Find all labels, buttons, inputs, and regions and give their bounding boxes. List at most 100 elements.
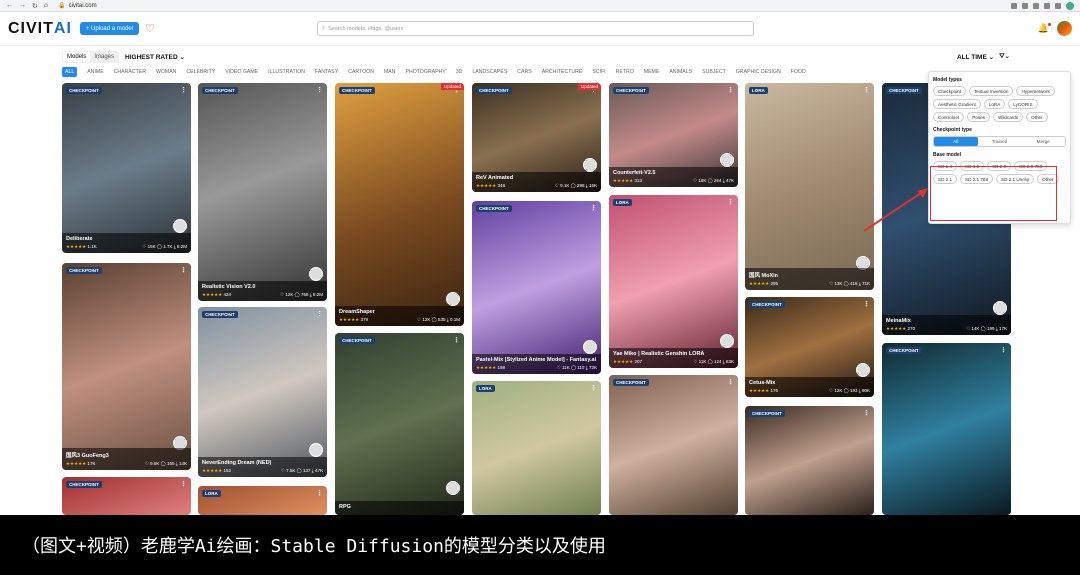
creator-avatar[interactable] — [446, 481, 460, 495]
category-chip[interactable]: WOMAN — [156, 69, 176, 75]
model-type-chip[interactable]: Other — [1026, 112, 1048, 122]
creator-avatar[interactable] — [720, 334, 734, 348]
model-card[interactable]: LORA ⋮ — [472, 381, 601, 515]
category-chip[interactable]: GRAPHIC DESIGN — [736, 69, 781, 75]
creator-avatar[interactable] — [583, 158, 597, 172]
creator-avatar[interactable] — [583, 340, 597, 354]
more-options-icon[interactable]: ⋮ — [180, 266, 187, 274]
back-icon[interactable]: ← — [6, 2, 13, 10]
category-chip[interactable]: 3D — [456, 69, 463, 75]
more-options-icon[interactable]: ⋮ — [863, 300, 870, 308]
home-icon[interactable]: ⌂ — [44, 2, 48, 10]
model-card[interactable]: CHECKPOINT ⋮ — [609, 375, 738, 515]
civitai-logo[interactable]: CIVITAI — [8, 20, 72, 38]
filter-icon[interactable]: ⛛⌄ — [999, 52, 1010, 61]
more-options-icon[interactable]: ⋮ — [453, 336, 460, 344]
model-card[interactable]: CHECKPOINT ⋮ 国风3 GuoFeng3 ★★★★★ 17K ♡ 9.6K ◯… — [62, 263, 191, 470]
model-card[interactable]: LORA ⋮ — [198, 486, 327, 515]
profile-icon[interactable] — [1066, 1, 1074, 10]
model-card[interactable]: CHECKPOINT ⋮ — [62, 477, 191, 515]
model-card[interactable]: CHECKPOINT ⋮ — [745, 406, 874, 515]
category-chip[interactable]: FOOD — [791, 69, 806, 75]
upload-model-button[interactable]: + Upload a model — [79, 22, 140, 35]
tab-images[interactable]: Images — [90, 52, 118, 62]
category-chip[interactable]: SCIFI — [592, 69, 605, 75]
category-chip[interactable]: ANIMALS — [669, 69, 692, 75]
category-chip[interactable]: RETRO — [616, 69, 634, 75]
model-type-chip[interactable]: LoRA — [983, 99, 1006, 109]
more-options-icon[interactable]: ⋮ — [316, 489, 323, 497]
period-dropdown[interactable]: ALL TIME ⌄ — [957, 53, 994, 61]
category-chip[interactable]: CHARACTER — [114, 69, 146, 75]
category-chip[interactable]: MAN — [384, 69, 396, 75]
category-chip[interactable]: LANDSCAPES — [472, 69, 507, 75]
more-options-icon[interactable]: ⋮ — [316, 310, 323, 318]
category-chip[interactable]: MEME — [644, 69, 660, 75]
category-chip[interactable]: FANTASY — [315, 69, 338, 75]
more-options-icon[interactable]: ⋮ — [727, 198, 734, 206]
model-card[interactable]: CHECKPOINT ⋮ Realistic Vision V2.0 ★★★★★ 43… — [198, 83, 327, 301]
more-options-icon[interactable]: ⋮ — [863, 409, 870, 417]
model-card[interactable]: CHECKPOINT ⋮ Cetus-Mix ★★★★★ 176 ♡ 12K ◯ 193… — [745, 297, 874, 397]
category-chip[interactable]: SUBJECT — [702, 69, 726, 75]
tab-models[interactable]: Models — [63, 52, 91, 62]
model-type-chip[interactable]: Hypernetwork — [1016, 86, 1055, 96]
address-bar[interactable]: 🔒 civitai.com — [58, 2, 97, 10]
model-type-chip[interactable]: LyCORIS — [1008, 99, 1038, 109]
model-card[interactable]: CHECKPOINT ⋮ RPG — [335, 333, 464, 515]
model-card[interactable]: CHECKPOINT ⋮ NeverEnding Dream (NED) ★★★★★ … — [198, 307, 327, 477]
category-chip[interactable]: VIDEO GAME — [225, 69, 258, 75]
category-chip[interactable]: CARTOON — [348, 69, 374, 75]
model-type-chip[interactable]: Textual Inversion — [968, 86, 1014, 96]
creator-avatar[interactable] — [720, 153, 734, 167]
more-options-icon[interactable]: ⋮ — [1000, 346, 1007, 354]
extension-icon[interactable] — [1011, 2, 1017, 9]
model-type-chip[interactable]: Wildcards — [992, 112, 1024, 122]
more-options-icon[interactable]: ⋮ — [316, 86, 323, 94]
model-type-chip[interactable]: Aesthetic Gradient — [933, 99, 981, 109]
category-chip[interactable]: CARS — [517, 69, 531, 75]
model-card[interactable]: LORA ⋮ 国风 MoXin ★★★★★ 295 ♡ 13K ◯ 418 ⤓ 71K — [745, 83, 874, 290]
model-card[interactable]: CHECKPOINT ⋮ Deliberate ★★★★★ 1.1K ♡ 15K ◯ 1… — [62, 83, 191, 253]
model-card[interactable]: CHECKPOINT ⋮ Counterfeit-V2.5 ★★★★★ 313 ♡ 16… — [609, 83, 738, 187]
category-chip[interactable]: CELEBRITY — [186, 69, 215, 75]
more-options-icon[interactable]: ⋮ — [727, 86, 734, 94]
creator-avatar[interactable] — [309, 443, 323, 457]
heart-icon[interactable]: ♡ — [145, 22, 155, 35]
creator-avatar[interactable] — [446, 292, 460, 306]
category-chip[interactable]: PHOTOGRAPHY — [405, 69, 445, 75]
more-options-icon[interactable]: ⋮ — [180, 480, 187, 488]
creator-avatar[interactable] — [173, 219, 187, 233]
forward-icon[interactable]: → — [19, 2, 26, 10]
model-card[interactable]: CHECKPOINT ⋮ Updated DreamShaper ★★★★★ 379 ♡ … — [335, 83, 464, 326]
extension-icon[interactable] — [1055, 2, 1061, 9]
model-type-chip[interactable]: Controlnet — [933, 112, 965, 122]
extension-icon[interactable] — [1033, 2, 1039, 9]
category-chip[interactable]: ARCHITECTURE — [542, 69, 583, 75]
more-options-icon[interactable]: ⋮ — [590, 204, 597, 212]
model-type-chip[interactable]: Checkpoint — [933, 86, 966, 96]
extension-icon[interactable] — [1022, 2, 1028, 9]
search-input[interactable]: ⌕ Search models, #tags, @users — [317, 21, 754, 36]
category-chip[interactable]: ANIME — [87, 69, 103, 75]
creator-avatar[interactable] — [993, 301, 1007, 315]
more-options-icon[interactable]: ⋮ — [863, 86, 870, 94]
model-card[interactable]: CHECKPOINT ⋮ Updated ReV Animated ★★★★★ 348 ♡… — [472, 83, 601, 192]
creator-avatar[interactable] — [856, 363, 870, 377]
more-options-icon[interactable]: ⋮ — [180, 86, 187, 94]
checkpoint-type-option[interactable]: All — [934, 137, 978, 146]
category-chip[interactable]: ILLUSTRATION — [268, 69, 305, 75]
bell-icon[interactable]: 🔔 — [1038, 23, 1052, 34]
checkpoint-type-option[interactable]: Merge — [1021, 137, 1065, 146]
model-card[interactable]: LORA ⋮ Yae Miko | Realistic Genshin LORA ★★… — [609, 195, 738, 368]
reload-icon[interactable]: ↻ — [32, 2, 38, 10]
more-options-icon[interactable]: ⋮ — [590, 384, 597, 392]
model-card[interactable]: CHECKPOINT ⋮ Pastel-Mix [Stylized Anime Mo… — [472, 201, 601, 374]
model-type-chip[interactable]: Poses — [967, 112, 990, 122]
sort-dropdown[interactable]: HIGHEST RATED ⌄ — [125, 53, 185, 61]
checkpoint-type-option[interactable]: Trained — [978, 137, 1022, 146]
more-options-icon[interactable]: ⋮ — [727, 378, 734, 386]
user-avatar[interactable] — [1057, 21, 1072, 36]
model-card[interactable]: CHECKPOINT ⋮ — [882, 343, 1011, 515]
extension-icon[interactable] — [1044, 2, 1050, 9]
